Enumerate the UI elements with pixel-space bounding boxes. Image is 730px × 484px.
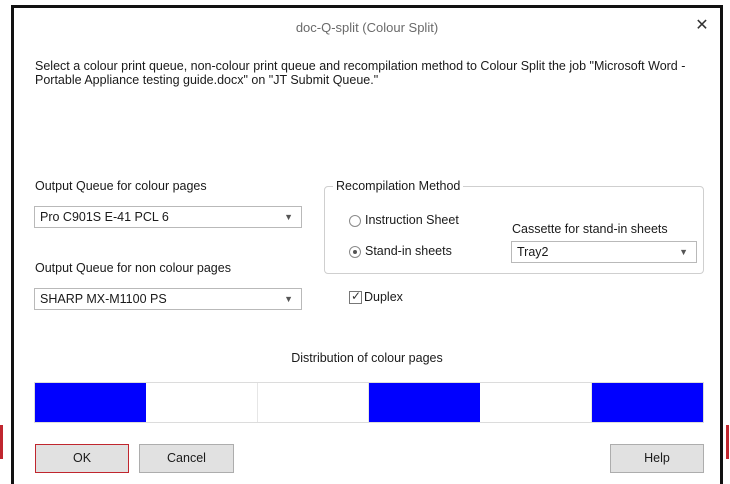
colour-queue-value: Pro C901S E-41 PCL 6: [40, 210, 169, 224]
window-border-top: [11, 5, 723, 8]
help-button[interactable]: Help: [610, 444, 704, 473]
cassette-label: Cassette for stand-in sheets: [512, 222, 668, 236]
close-icon[interactable]: ✕: [692, 16, 712, 36]
noncolour-queue-label: Output Queue for non colour pages: [35, 261, 231, 275]
colour-queue-label: Output Queue for colour pages: [35, 179, 207, 193]
instruction-sheet-radio[interactable]: [349, 215, 361, 227]
window-border-left: [11, 6, 14, 484]
instruction-sheet-label[interactable]: Instruction Sheet: [365, 213, 459, 227]
background-edge-left: [0, 425, 3, 459]
colour-queue-dropdown[interactable]: Pro C901S E-41 PCL 6 ▼: [34, 206, 302, 228]
cancel-button[interactable]: Cancel: [139, 444, 234, 473]
stand-in-sheets-radio[interactable]: [349, 246, 361, 258]
chevron-down-icon: ▼: [679, 247, 688, 257]
duplex-label[interactable]: Duplex: [364, 290, 403, 304]
background-edge-right: [726, 425, 729, 459]
noncolour-queue-value: SHARP MX-M1100 PS: [40, 292, 167, 306]
recompilation-group-title: Recompilation Method: [333, 179, 464, 193]
colour-page-segment: [592, 383, 703, 422]
checkmark-icon: ✓: [351, 289, 362, 303]
colour-page-segment: [35, 383, 146, 422]
ok-button[interactable]: OK: [35, 444, 129, 473]
mono-page-segment: [146, 383, 258, 422]
window-border-right: [720, 6, 723, 484]
dialog-description: Select a colour print queue, non-colour …: [35, 59, 686, 87]
duplex-checkbox[interactable]: ✓: [349, 289, 362, 304]
cassette-dropdown[interactable]: Tray2 ▼: [511, 241, 697, 263]
chevron-down-icon: ▼: [284, 294, 293, 304]
mono-page-segment: [258, 383, 369, 422]
cassette-value: Tray2: [517, 245, 549, 259]
dialog-title: doc-Q-split (Colour Split): [295, 20, 439, 35]
mono-page-segment: [480, 383, 592, 422]
chevron-down-icon: ▼: [284, 212, 293, 222]
distribution-bar: [34, 382, 704, 423]
noncolour-queue-dropdown[interactable]: SHARP MX-M1100 PS ▼: [34, 288, 302, 310]
stand-in-sheets-label[interactable]: Stand-in sheets: [365, 244, 452, 258]
distribution-label: Distribution of colour pages: [291, 351, 443, 365]
colour-page-segment: [369, 383, 480, 422]
